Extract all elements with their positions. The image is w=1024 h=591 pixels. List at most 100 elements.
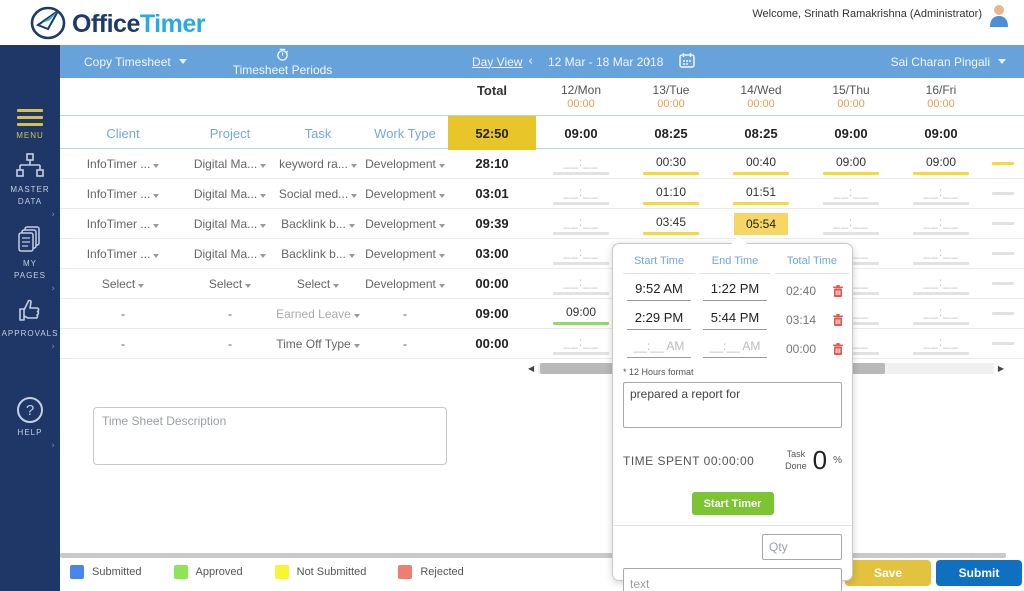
project-select[interactable]: Digital Ma... — [186, 247, 274, 261]
client-select[interactable]: InfoTimer ... — [60, 157, 186, 171]
sidebar-item-my-pages[interactable]: MYPAGES› — [0, 225, 60, 282]
worktype-select: - — [362, 307, 448, 321]
chevron-down-icon — [998, 59, 1006, 64]
end-time-input[interactable]: 1:22 PM — [703, 281, 767, 301]
task-select[interactable]: Backlink b... — [274, 217, 362, 231]
partial-next-day-underline — [992, 162, 1014, 165]
day-time-cell[interactable]: __:__ — [806, 183, 896, 205]
scroll-left-icon[interactable]: ◀ — [528, 364, 538, 373]
sidebar-item-menu[interactable]: MENU — [0, 105, 60, 142]
employee-selector[interactable]: Sai Charan Pingali — [891, 45, 1006, 78]
day-time-cell[interactable]: __:__ — [536, 153, 626, 175]
status-underline — [553, 172, 609, 175]
day-time-cell[interactable]: 05:54 — [716, 213, 806, 235]
task-select[interactable]: Earned Leave — [274, 307, 362, 321]
sidebar-item-master-data[interactable]: MASTERDATA› — [0, 153, 60, 208]
task-done-value[interactable]: 0 — [813, 445, 827, 476]
worktype-select[interactable]: Development — [362, 247, 448, 261]
time-cell-value: 09:00 — [554, 305, 608, 319]
day-time-cell[interactable]: __:__ — [896, 333, 986, 355]
chevron-down-icon — [245, 284, 251, 288]
save-button[interactable]: Save — [845, 560, 931, 586]
day-time-cell[interactable]: __:__ — [896, 183, 986, 205]
day-time-cell[interactable]: 00:30 — [626, 153, 716, 175]
start-time-input[interactable]: __:__ AM — [627, 339, 691, 358]
project-select[interactable]: Digital Ma... — [186, 217, 274, 231]
worktype-select[interactable]: Development — [362, 217, 448, 231]
day-time-cell[interactable]: __:__ — [896, 243, 986, 265]
bottom-scrollbar[interactable] — [60, 553, 1006, 558]
project-select[interactable]: Select — [186, 277, 274, 291]
day-time-cell[interactable]: __:__ — [536, 183, 626, 205]
worktype-select[interactable]: Development — [362, 277, 448, 291]
employee-name-label: Sai Charan Pingali — [891, 55, 990, 69]
day-time-cell[interactable]: 00:40 — [716, 153, 806, 175]
day-time-cell[interactable]: 01:51 — [716, 183, 806, 205]
client-select[interactable]: Select — [60, 277, 186, 291]
client-select[interactable]: InfoTimer ... — [60, 217, 186, 231]
task-select[interactable]: Backlink b... — [274, 247, 362, 261]
worktype-select[interactable]: Development — [362, 157, 448, 171]
time-spent-value: 00:00:00 — [704, 454, 755, 468]
day-view-label: Day View — [472, 55, 522, 69]
day-time-cell[interactable]: __:__ — [896, 303, 986, 325]
calendar-picker-button[interactable] — [678, 45, 696, 78]
user-avatar-icon[interactable] — [988, 3, 1010, 32]
timesheet-table: Total 12/Mon00:0013/Tue00:0014/Wed00:001… — [60, 78, 1024, 359]
task-description-input[interactable] — [623, 382, 842, 428]
start-timer-button[interactable]: Start Timer — [692, 492, 774, 515]
day-header: 13/Tue00:00 — [626, 83, 716, 112]
sidebar-item-help[interactable]: ?HELP› — [0, 397, 60, 439]
timesheet-description-input[interactable] — [93, 407, 447, 465]
chevron-right-icon: › — [51, 284, 55, 294]
end-time-input[interactable]: 5:44 PM — [703, 310, 767, 330]
day-time-cell[interactable]: __:__ — [536, 213, 626, 235]
next-period-button[interactable]: › — [646, 45, 651, 78]
task-select[interactable]: Social med... — [274, 187, 362, 201]
submit-button[interactable]: Submit — [936, 560, 1022, 586]
delete-entry-icon[interactable] — [831, 313, 845, 327]
start-time-input[interactable]: 2:29 PM — [627, 310, 691, 330]
hamburger-icon — [0, 109, 60, 126]
client-select[interactable]: InfoTimer ... — [60, 187, 186, 201]
day-time-cell[interactable]: 03:45 — [626, 213, 716, 235]
status-underline — [913, 262, 969, 265]
delete-entry-icon[interactable] — [831, 284, 845, 298]
sidebar-item-approvals[interactable]: APPROVALS› — [0, 297, 60, 340]
day-time-cell[interactable]: 09:00 — [896, 153, 986, 175]
copy-timesheet-label: Copy Timesheet — [84, 55, 171, 69]
qty-input[interactable] — [762, 534, 842, 560]
time-cell-value: __:__ — [824, 185, 878, 199]
end-time-input[interactable]: __:__ AM — [703, 339, 767, 358]
prev-period-button[interactable]: ‹ — [528, 45, 533, 78]
timesheet-periods-button[interactable]: Timesheet Periods — [215, 46, 350, 77]
client-select: - — [60, 307, 186, 321]
timer-icon — [215, 48, 350, 64]
worktype-select[interactable]: Development — [362, 187, 448, 201]
day-time-cell[interactable]: __:__ — [896, 213, 986, 235]
chevron-down-icon — [153, 254, 159, 258]
task-select[interactable]: keyword ra... — [274, 157, 362, 171]
client-select[interactable]: InfoTimer ... — [60, 247, 186, 261]
project-select[interactable]: Digital Ma... — [186, 187, 274, 201]
scroll-right-icon[interactable]: ▶ — [994, 364, 1004, 373]
delete-entry-icon[interactable] — [831, 342, 845, 356]
time-cell-value: __:__ — [554, 245, 608, 259]
chevron-down-icon — [179, 59, 187, 64]
copy-timesheet-button[interactable]: Copy Timesheet — [84, 45, 187, 78]
text-input[interactable] — [623, 568, 842, 591]
status-underline — [553, 322, 609, 325]
day-time-cell[interactable]: 01:10 — [626, 183, 716, 205]
day-view-link[interactable]: Day View — [472, 45, 522, 78]
day-time-cell[interactable]: 09:00 — [806, 153, 896, 175]
project-select[interactable]: Digital Ma... — [186, 157, 274, 171]
total-column-header: Total — [448, 83, 536, 98]
day-time-cell[interactable]: __:__ — [896, 273, 986, 295]
pages-icon — [0, 225, 60, 258]
active-time-cell[interactable]: 05:54 — [734, 213, 788, 235]
task-select[interactable]: Select — [274, 277, 362, 291]
task-select[interactable]: Time Off Type — [274, 337, 362, 351]
start-time-input[interactable]: 9:52 AM — [627, 281, 691, 301]
day-time-cell[interactable]: __:__ — [806, 213, 896, 235]
worktype-column-header: Work Type — [362, 126, 448, 141]
